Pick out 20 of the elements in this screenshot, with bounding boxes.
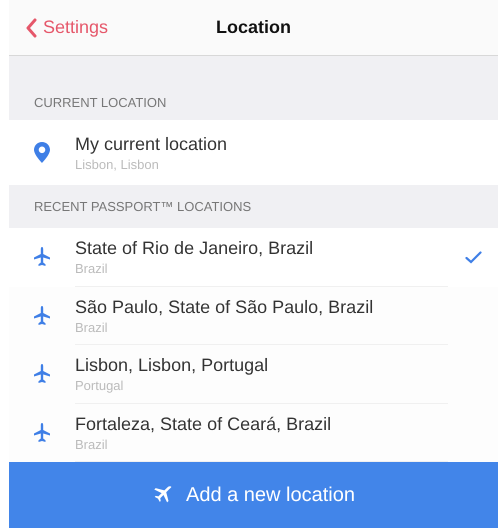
airplane-icon — [34, 306, 50, 326]
location-title: State of Rio de Janeiro, Brazil — [75, 237, 314, 260]
location-subtitle: Lisbon, Lisbon — [75, 156, 160, 173]
section-header: RECENT PASSPORT™ LOCATIONS — [34, 198, 252, 216]
airplane-icon — [34, 422, 50, 443]
location-title: Fortaleza, State of Ceará, Brazil — [75, 412, 332, 436]
section-header: CURRENT LOCATION — [34, 94, 166, 112]
chevron-left-icon — [25, 18, 37, 38]
location-title: São Paulo, State of São Paulo, Brazil — [75, 296, 374, 319]
add-location-button[interactable]: Add a new location — [9, 462, 498, 528]
location-subtitle: Brazil — [75, 436, 108, 453]
airplane-icon — [34, 247, 50, 268]
location-title: My current location — [75, 133, 228, 156]
airplane-icon — [34, 364, 50, 384]
location-subtitle: Brazil — [75, 318, 108, 336]
location-title: Lisbon, Lisbon, Portugal — [75, 354, 268, 378]
location-subtitle: Portugal — [75, 377, 124, 394]
screen-title: Location — [216, 16, 291, 39]
location-subtitle: Brazil — [75, 260, 108, 278]
map-pin-icon — [34, 142, 50, 163]
